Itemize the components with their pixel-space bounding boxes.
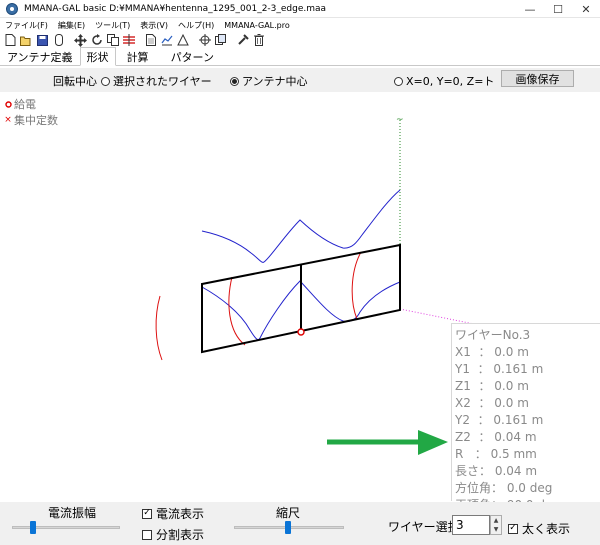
split-display-check-icon[interactable] <box>142 529 152 540</box>
move-icon[interactable] <box>74 33 87 47</box>
radio-selected-wire-label: 選択されたワイヤー <box>113 75 212 88</box>
triangle-icon[interactable] <box>176 34 189 47</box>
document-icon[interactable] <box>144 34 157 47</box>
current-amplitude-track[interactable] <box>12 526 120 529</box>
feed-point <box>297 328 305 336</box>
wire-info-length: 長さ： 0.04 m <box>455 464 538 478</box>
clip-icon[interactable] <box>52 34 65 47</box>
scale-label: 縮尺 <box>276 506 301 520</box>
radio-antenna-center[interactable]: アンテナ中心 <box>230 73 308 89</box>
toolbar <box>0 32 600 48</box>
thick-display-check-icon[interactable]: ✓ <box>508 523 518 534</box>
wire-info-azimuth: 方位角： 0.0 deg <box>455 481 553 495</box>
tools-icon[interactable] <box>236 34 249 47</box>
menu-tools[interactable]: ツール(T) <box>90 20 135 31</box>
wire-info-x2: X2 ： 0.0 m <box>455 396 529 410</box>
close-button[interactable]: ✕ <box>572 0 600 18</box>
wire-info-y1: Y1 ： 0.161 m <box>455 362 544 376</box>
show-current-checkbox[interactable]: ✓ 電流表示 <box>142 505 204 522</box>
rotate-icon[interactable] <box>90 34 103 47</box>
wire-select-spinner[interactable]: ▲ ▼ <box>490 515 502 535</box>
annotation-arrow-head <box>418 430 448 455</box>
current-amplitude-slider[interactable] <box>30 521 36 534</box>
wire-info-panel: ワイヤーNo.3 X1 ： 0.0 m Y1 ： 0.161 m Z1 ： 0.… <box>451 323 600 512</box>
app-icon <box>6 2 18 15</box>
scale-slider[interactable] <box>285 521 291 534</box>
save-icon[interactable] <box>36 34 49 47</box>
wire-info-x1: X1 ： 0.0 m <box>455 345 529 359</box>
show-current-label: 電流表示 <box>156 507 205 521</box>
thick-display-checkbox[interactable]: ✓ 太く表示 <box>508 520 570 537</box>
wire-info-number: ワイヤーNo.3 <box>455 328 531 342</box>
radio-selected-wire-indicator[interactable] <box>101 76 110 86</box>
chart-icon[interactable] <box>160 34 173 47</box>
menu-pro[interactable]: MMANA-GAL.pro <box>219 21 295 30</box>
split-display-checkbox[interactable]: 分割表示 <box>142 526 204 543</box>
maximize-button[interactable]: ☐ <box>544 0 572 18</box>
show-current-check-icon[interactable]: ✓ <box>142 508 152 519</box>
wire-select-input[interactable]: 3 <box>452 515 490 535</box>
thick-display-label: 太く表示 <box>522 522 571 536</box>
spin-down-icon[interactable]: ▼ <box>491 525 501 534</box>
z-axis-label: ~ <box>396 115 404 125</box>
radio-origin-indicator[interactable] <box>394 76 403 86</box>
menu-help[interactable]: ヘルプ(H) <box>173 20 219 31</box>
wire-info-radius: R ： 0.5 mm <box>455 447 537 461</box>
radio-origin-label: X=0, Y=0, Z=ト <box>406 75 495 88</box>
red-current-curve-2 <box>351 251 362 320</box>
new-file-icon[interactable] <box>4 34 17 47</box>
menu-file[interactable]: ファイル(F) <box>0 20 53 31</box>
radio-origin[interactable]: X=0, Y=0, Z=ト <box>394 73 494 89</box>
window-title: MMANA-GAL basic D:¥MMANA¥hentenna_1295_0… <box>24 3 327 14</box>
divide-icon[interactable] <box>122 34 135 47</box>
radio-antenna-center-indicator[interactable] <box>230 76 239 86</box>
menu-edit[interactable]: 編集(E) <box>53 20 90 31</box>
tab-geometry[interactable]: 形状 <box>79 47 116 66</box>
duplicate-icon[interactable] <box>214 34 227 47</box>
menu-bar: ファイル(F) 編集(E) ツール(T) 表示(V) ヘルプ(H) MMANA-… <box>0 18 600 32</box>
open-folder-icon[interactable] <box>20 34 33 47</box>
title-bar: MMANA-GAL basic D:¥MMANA¥hentenna_1295_0… <box>0 0 600 18</box>
minimize-button[interactable]: — <box>516 0 544 18</box>
rotation-center-label: 回転中心 <box>53 75 97 88</box>
red-current-curve-1 <box>228 276 246 346</box>
wire-info-z1: Z1 ： 0.0 m <box>455 379 529 393</box>
bottom-controls: 電流振幅 ✓ 電流表示 分割表示 縮尺 ワイヤー選択 3 ▲ ▼ ✓ 太く表示 <box>0 502 600 545</box>
radio-selected-wire[interactable]: 選択されたワイヤー <box>101 73 212 89</box>
crosshair-icon[interactable] <box>198 34 211 47</box>
menu-view[interactable]: 表示(V) <box>135 20 173 31</box>
view-options-bar: 回転中心 選択されたワイヤー アンテナ中心 X=0, Y=0, Z=ト 画像保存 <box>0 68 600 92</box>
wire-info-z2: Z2 ： 0.04 m <box>455 430 537 444</box>
spin-up-icon[interactable]: ▲ <box>491 516 501 525</box>
red-current-curve-3 <box>155 295 163 361</box>
window-controls: — ☐ ✕ <box>516 0 600 18</box>
wire-info-y2: Y2 ： 0.161 m <box>455 413 544 427</box>
radio-antenna-center-label: アンテナ中心 <box>242 75 308 88</box>
tab-calculate[interactable]: 計算 <box>120 48 156 65</box>
split-display-label: 分割表示 <box>156 528 205 542</box>
save-image-button[interactable]: 画像保存 <box>501 70 574 87</box>
trash-icon[interactable] <box>252 34 265 47</box>
tab-pattern[interactable]: パターン <box>164 48 221 65</box>
current-amplitude-label: 電流振幅 <box>48 506 97 520</box>
tab-antenna-definition[interactable]: アンテナ定義 <box>0 48 80 65</box>
wire-select-label: ワイヤー選択 <box>388 520 460 534</box>
tab-bar: アンテナ定義 形状 計算 パターン <box>0 47 600 66</box>
copy-icon[interactable] <box>106 34 119 47</box>
